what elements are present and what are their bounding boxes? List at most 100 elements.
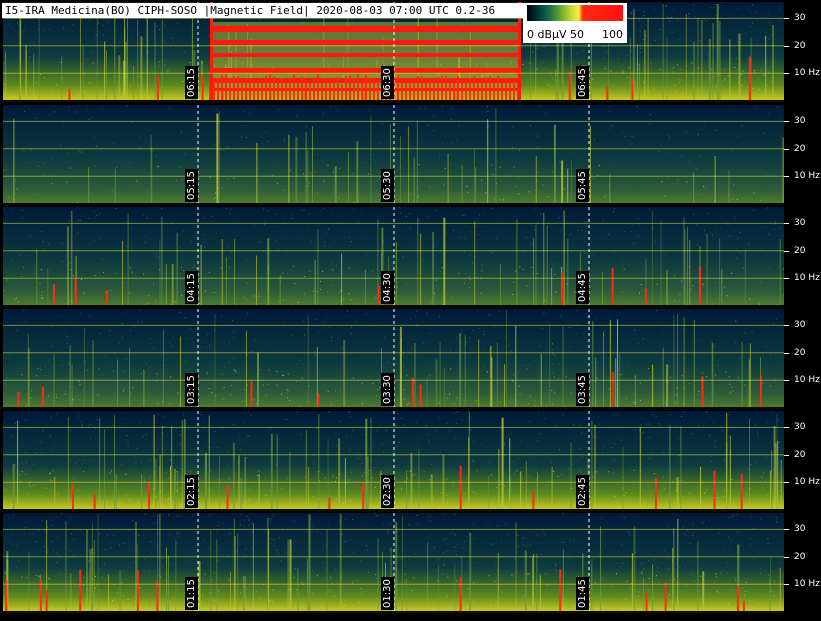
frequency-tick xyxy=(784,454,789,456)
noise-speckle xyxy=(554,376,556,378)
noise-speckle xyxy=(712,7,714,9)
noise-speckle xyxy=(202,420,204,422)
noise-speckle xyxy=(296,411,298,413)
burst-band xyxy=(210,26,520,32)
noise-speckle xyxy=(180,214,182,216)
noise-speckle xyxy=(445,232,447,234)
noise-speckle xyxy=(689,383,691,385)
noise-speckle xyxy=(23,150,25,152)
noise-speckle xyxy=(220,267,222,269)
noise-speckle xyxy=(3,50,5,52)
noise-speckle xyxy=(109,330,111,331)
noise-speckle xyxy=(510,353,512,355)
noise-speckle xyxy=(221,187,223,189)
noise-speckle xyxy=(334,461,336,463)
noise-speckle xyxy=(329,589,331,591)
spectrogram: I5-IRA Medicina(BO) CIPH-SOSO |Magnetic … xyxy=(0,0,821,621)
noise-speckle xyxy=(352,551,354,553)
noise-speckle xyxy=(741,125,743,127)
noise-speckle xyxy=(210,513,212,515)
noise-speckle xyxy=(395,265,397,267)
noise-speckle xyxy=(208,517,210,518)
noise-speckle xyxy=(74,111,76,113)
noise-speckle xyxy=(682,496,684,498)
noise-speckle xyxy=(463,606,465,608)
noise-speckle xyxy=(250,523,252,524)
noise-speckle xyxy=(56,552,58,554)
noise-speckle xyxy=(497,525,499,527)
noise-speckle xyxy=(560,50,562,52)
noise-speckle xyxy=(261,553,263,555)
noise-speckle xyxy=(324,567,326,569)
noise-speckle xyxy=(383,241,385,243)
noise-speckle xyxy=(246,299,248,301)
noise-speckle xyxy=(655,415,657,417)
noise-speckle xyxy=(598,165,600,166)
noise-speckle xyxy=(717,497,719,498)
noise-speckle xyxy=(583,419,585,421)
noise-speckle xyxy=(623,517,625,519)
noise-speckle xyxy=(175,490,177,492)
noise-speckle xyxy=(146,189,148,191)
noise-speckle xyxy=(378,142,380,144)
noise-speckle xyxy=(466,563,468,565)
noise-speckle xyxy=(735,217,737,219)
noise-speckle xyxy=(378,503,380,504)
noise-speckle xyxy=(757,436,759,438)
noise-speckle xyxy=(227,451,229,453)
noise-speckle xyxy=(48,395,49,397)
noise-speckle xyxy=(728,413,730,415)
noise-speckle xyxy=(462,419,463,421)
noise-speckle xyxy=(229,213,231,215)
noise-speckle xyxy=(706,527,708,529)
noise-speckle xyxy=(452,391,454,393)
noise-speckle xyxy=(181,179,183,181)
noise-speckle xyxy=(550,462,552,464)
noise-speckle xyxy=(438,153,440,155)
noise-speckle xyxy=(704,492,706,494)
noise-speckle xyxy=(335,390,337,392)
noise-speckle xyxy=(491,164,493,166)
noise-speckle xyxy=(522,64,524,65)
noise-speckle xyxy=(349,236,351,238)
noise-speckle xyxy=(4,62,6,64)
noise-speckle xyxy=(25,419,27,421)
noise-speckle xyxy=(408,524,410,526)
noise-speckle xyxy=(569,264,570,266)
noise-speckle xyxy=(735,519,737,521)
noise-speckle xyxy=(505,523,507,525)
noise-speckle xyxy=(377,388,378,390)
noise-speckle xyxy=(349,244,351,246)
noise-speckle xyxy=(403,424,405,426)
noise-speckle xyxy=(764,595,766,597)
noise-speckle xyxy=(604,334,606,336)
noise-speckle xyxy=(94,343,95,345)
noise-speckle xyxy=(735,320,736,322)
noise-speckle xyxy=(433,115,435,117)
noise-speckle xyxy=(458,273,460,275)
noise-speckle xyxy=(78,94,80,96)
noise-speckle xyxy=(193,342,195,344)
frequency-tick xyxy=(784,278,789,280)
noise-speckle xyxy=(387,530,389,532)
noise-speckle xyxy=(52,480,54,482)
noise-speckle xyxy=(487,461,489,463)
frequency-axis: 30 20 10 Hz xyxy=(784,105,821,203)
noise-speckle xyxy=(746,5,748,7)
noise-speckle xyxy=(730,516,732,518)
noise-speckle xyxy=(36,375,38,377)
noise-speckle xyxy=(361,462,363,464)
noise-speckle xyxy=(61,442,63,444)
noise-speckle xyxy=(757,602,759,604)
noise-speckle xyxy=(560,57,562,59)
noise-speckle xyxy=(267,210,269,212)
noise-speckle xyxy=(99,272,101,274)
noise-speckle xyxy=(754,424,756,426)
noise-speckle xyxy=(126,221,128,223)
noise-speckle xyxy=(165,364,167,366)
noise-speckle xyxy=(523,595,525,597)
noise-speckle xyxy=(450,368,452,370)
noise-speckle xyxy=(161,401,163,403)
noise-speckle xyxy=(146,303,148,304)
noise-speckle xyxy=(695,223,697,225)
